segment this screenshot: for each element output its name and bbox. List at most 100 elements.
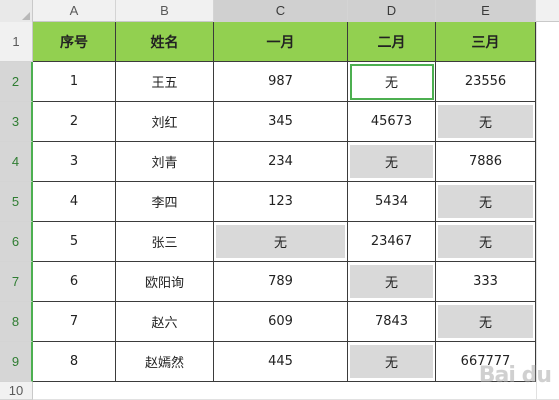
header-cell-feb[interactable]: 二月 — [348, 22, 436, 62]
cell-value: 赵嫣然 — [144, 356, 184, 371]
row-header-5[interactable]: 5 — [0, 182, 33, 222]
watermark: Bai du — [478, 363, 552, 388]
header-cell-jan[interactable]: 一月 — [214, 22, 348, 62]
cell-value: 无 — [273, 236, 287, 251]
table-cell[interactable]: 3 — [33, 142, 116, 182]
cell-value: 7 — [69, 314, 79, 329]
cell-value: 3 — [69, 154, 79, 169]
table-cell[interactable]: 987 — [214, 62, 348, 102]
row-header-8[interactable]: 8 — [0, 302, 33, 342]
table-cell[interactable]: 刘红 — [116, 102, 214, 142]
cell-value: 刘青 — [151, 156, 178, 171]
table-cell[interactable]: 6 — [33, 262, 116, 302]
row-header-1[interactable]: 1 — [0, 22, 33, 62]
cell-value: 1 — [69, 74, 79, 89]
row-header-6[interactable]: 6 — [0, 222, 33, 262]
cell-value: 987 — [268, 74, 293, 89]
table-cell[interactable]: 23556 — [436, 62, 536, 102]
cell-value: 5 — [69, 234, 79, 249]
table-cell[interactable]: 5 — [33, 222, 116, 262]
table-cell[interactable]: 刘青 — [116, 142, 214, 182]
cell-value: 无 — [478, 196, 492, 211]
table-cell[interactable]: 王五 — [116, 62, 214, 102]
table-cell[interactable]: 5434 — [348, 182, 436, 222]
cell-value: 无 — [384, 156, 398, 171]
table-cell[interactable]: 7843 — [348, 302, 436, 342]
cell-value: 无 — [384, 356, 398, 371]
table-cell[interactable]: 789 — [214, 262, 348, 302]
table-cell[interactable]: 赵六 — [116, 302, 214, 342]
column-header-b[interactable]: B — [116, 0, 214, 22]
column-header-e[interactable]: E — [436, 0, 536, 22]
table-cell-empty[interactable]: 无 — [436, 302, 536, 342]
table-cell[interactable]: 234 — [214, 142, 348, 182]
cell-value: 无 — [478, 116, 492, 131]
cell-value: 5434 — [374, 194, 409, 209]
table-cell[interactable]: 欧阳询 — [116, 262, 214, 302]
table-cell[interactable]: 1 — [33, 62, 116, 102]
spreadsheet: A B C D E 1 2 3 4 5 6 7 8 9 10 序号 姓名 一月 … — [0, 0, 559, 400]
table-cell[interactable]: 445 — [214, 342, 348, 382]
select-all-corner[interactable] — [0, 0, 33, 22]
table-cell[interactable]: 赵嫣然 — [116, 342, 214, 382]
table-cell[interactable]: 8 — [33, 342, 116, 382]
table-cell[interactable]: 李四 — [116, 182, 214, 222]
cell-value: 445 — [268, 354, 293, 369]
cell-value: 赵六 — [151, 316, 178, 331]
cell-value: 2 — [69, 114, 79, 129]
table-cell[interactable]: 333 — [436, 262, 536, 302]
header-label: 一月 — [266, 34, 295, 51]
row-header-7[interactable]: 7 — [0, 262, 33, 302]
table-cell-empty[interactable]: 无 — [348, 142, 436, 182]
column-header-a[interactable]: A — [33, 0, 116, 22]
table-cell[interactable]: 2 — [33, 102, 116, 142]
header-label: 姓名 — [150, 34, 179, 51]
table-cell-empty[interactable]: 无 — [214, 222, 348, 262]
column-header-c[interactable]: C — [214, 0, 348, 22]
table-cell-empty[interactable]: 无 — [348, 342, 436, 382]
active-cell[interactable]: 无 — [348, 62, 436, 102]
row-header-9[interactable]: 9 — [0, 342, 33, 382]
table-cell-empty[interactable]: 无 — [348, 262, 436, 302]
table-cell-empty[interactable]: 无 — [436, 182, 536, 222]
cell-value: 4 — [69, 194, 79, 209]
cell-value: 无 — [384, 76, 398, 91]
cell-value: 张三 — [151, 236, 178, 251]
header-label: 序号 — [60, 34, 88, 51]
cell-value: 无 — [478, 316, 492, 331]
table-cell[interactable]: 345 — [214, 102, 348, 142]
cell-value: 6 — [69, 274, 79, 289]
column-header-f[interactable] — [536, 0, 559, 22]
row-header-3[interactable]: 3 — [0, 102, 33, 142]
cell-value: 7886 — [468, 154, 503, 169]
column-header-bar: A B C D E — [0, 0, 559, 22]
cell-value: 无 — [384, 276, 398, 291]
header-cell-index[interactable]: 序号 — [33, 22, 116, 62]
cell-value: 789 — [268, 274, 293, 289]
cell-value: 王五 — [151, 76, 178, 91]
cell-value: 345 — [268, 114, 293, 129]
table-cell[interactable]: 7886 — [436, 142, 536, 182]
cell-value: 欧阳询 — [144, 276, 184, 291]
cell-value: 刘红 — [151, 116, 178, 131]
table-cell[interactable]: 609 — [214, 302, 348, 342]
cell-value: 无 — [478, 236, 492, 251]
table-cell[interactable]: 45673 — [348, 102, 436, 142]
row-header-4[interactable]: 4 — [0, 142, 33, 182]
table-cell[interactable]: 123 — [214, 182, 348, 222]
cell-value: 609 — [268, 314, 293, 329]
row-header-2[interactable]: 2 — [0, 62, 33, 102]
header-cell-name[interactable]: 姓名 — [116, 22, 214, 62]
column-header-d[interactable]: D — [348, 0, 436, 22]
table-cell-empty[interactable]: 无 — [436, 222, 536, 262]
header-label: 二月 — [377, 34, 406, 51]
table-cell-empty[interactable]: 无 — [436, 102, 536, 142]
table-cell[interactable]: 4 — [33, 182, 116, 222]
cell-value: 李四 — [151, 196, 178, 211]
header-label: 三月 — [471, 34, 500, 51]
table-cell[interactable]: 7 — [33, 302, 116, 342]
header-cell-mar[interactable]: 三月 — [436, 22, 536, 62]
table-cell[interactable]: 23467 — [348, 222, 436, 262]
row-header-10[interactable]: 10 — [0, 382, 33, 400]
table-cell[interactable]: 张三 — [116, 222, 214, 262]
